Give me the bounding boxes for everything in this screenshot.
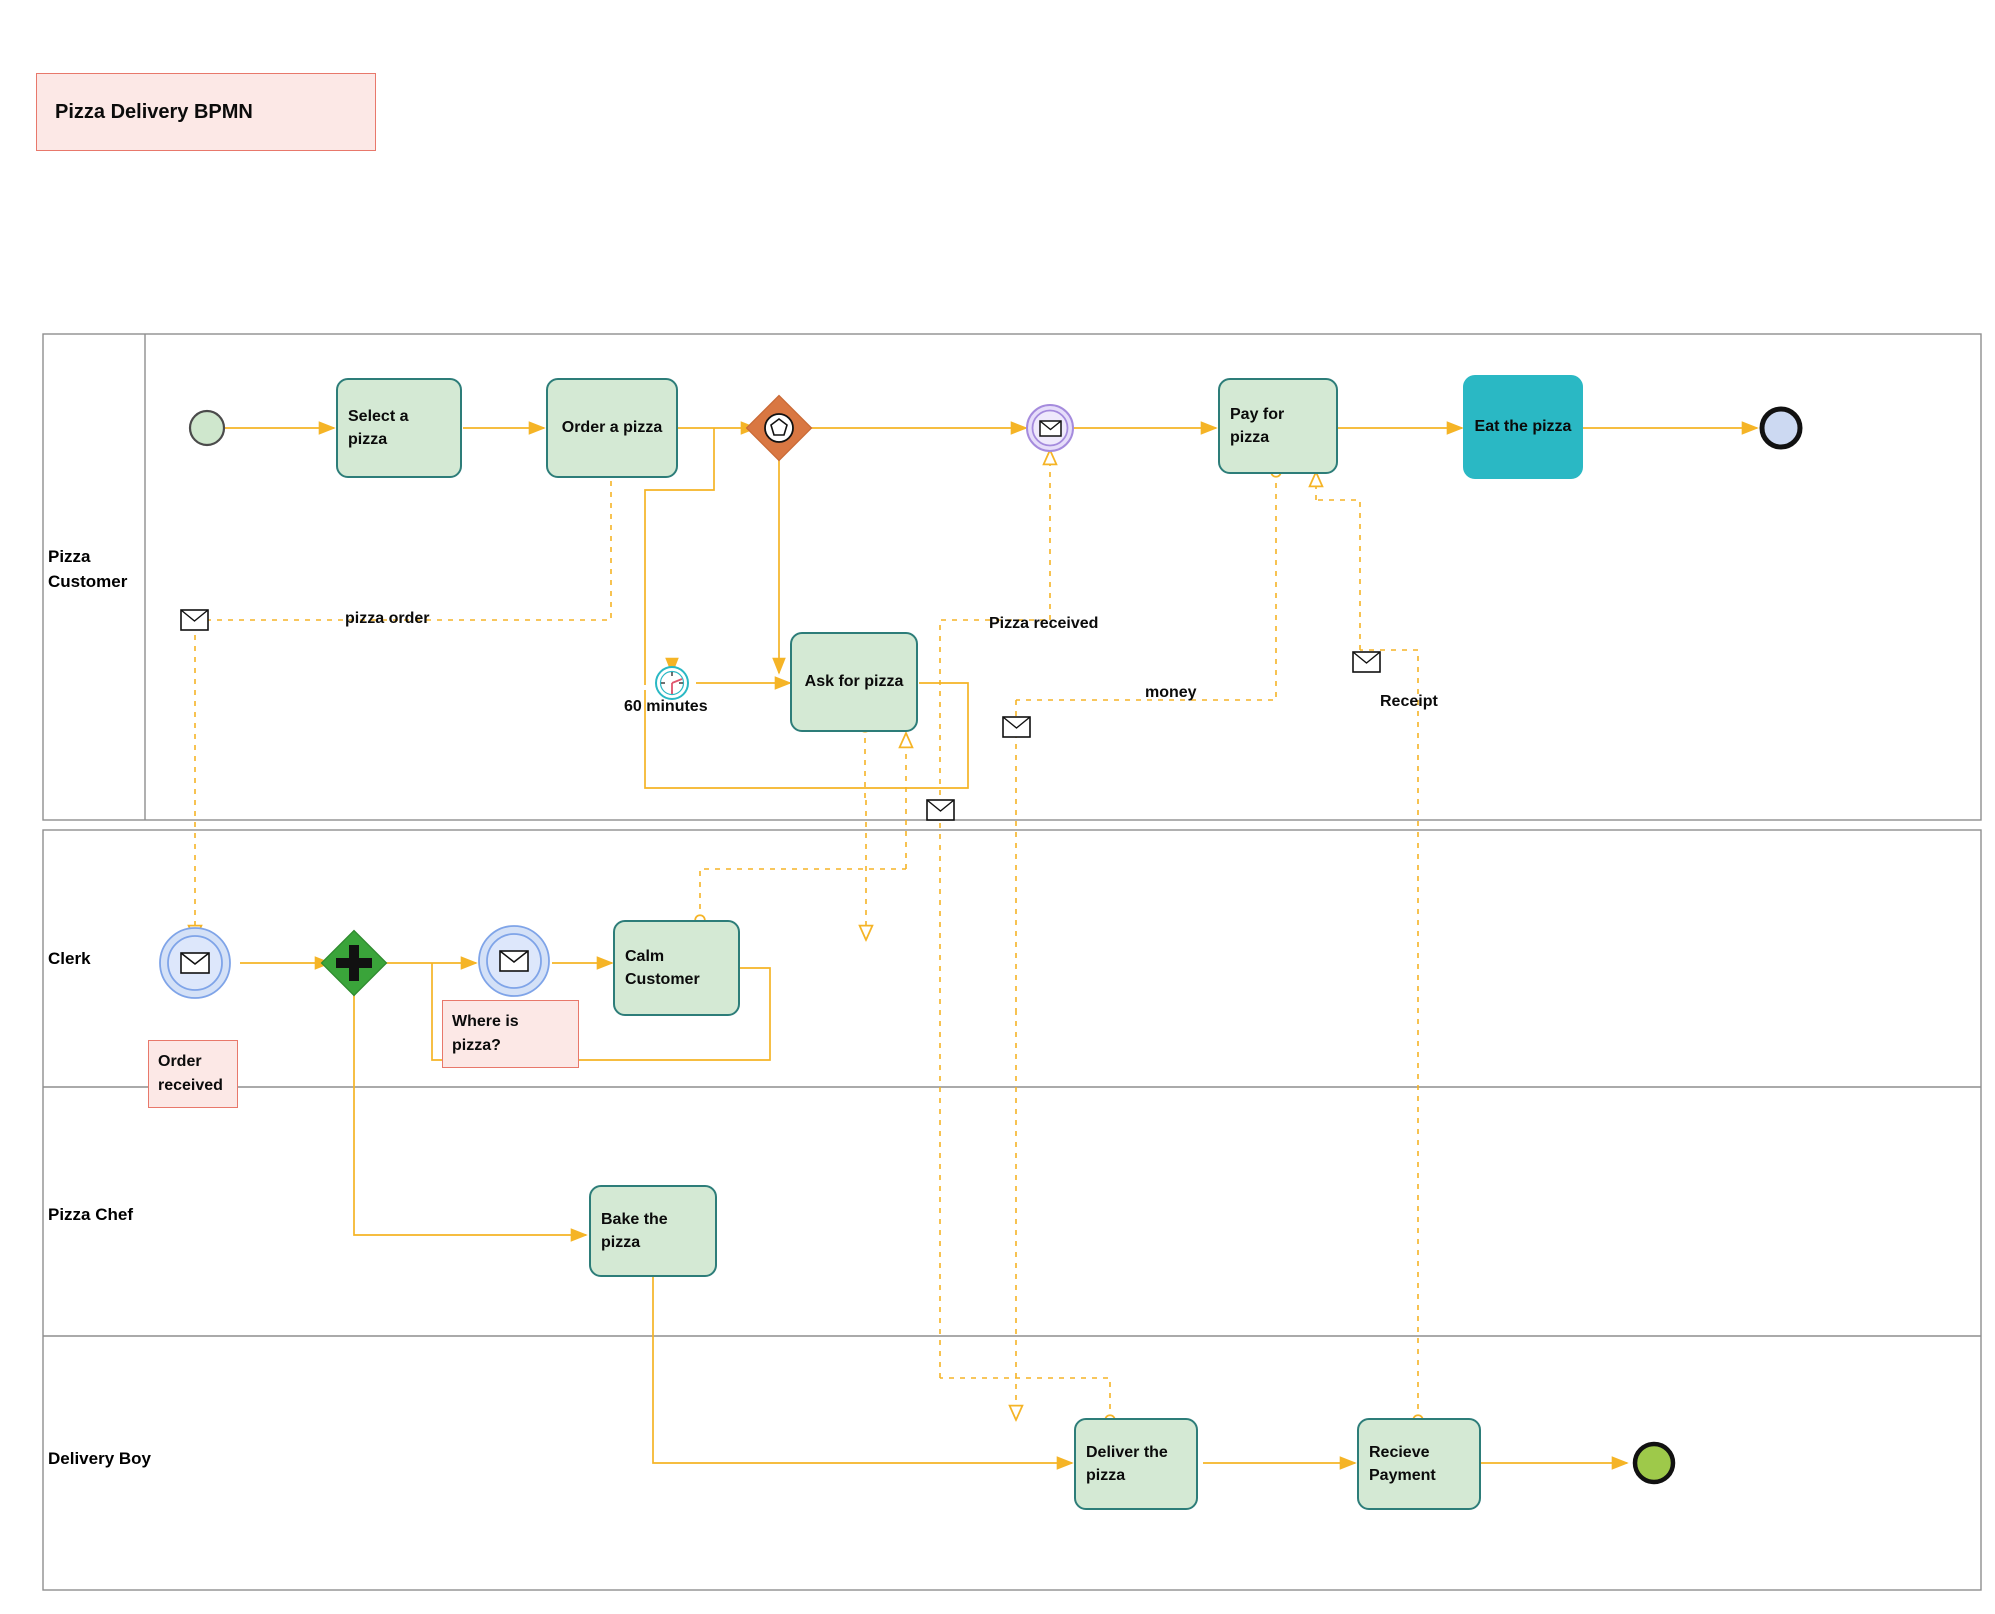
gateway-parallel[interactable]: [320, 929, 388, 997]
task-ask-for-pizza[interactable]: Ask for pizza: [790, 632, 918, 732]
lane-label-pizza-chef: Pizza Chef: [48, 1205, 134, 1224]
sequence-flows: [224, 421, 1759, 789]
pool-label-pizza-customer: Pizza Customer: [48, 547, 128, 591]
message-flow-label-pizza-order: pizza order: [345, 610, 430, 627]
event-timer-60-minutes[interactable]: [655, 666, 689, 700]
task-recieve-payment-label: Recieve Payment: [1369, 1443, 1436, 1484]
message-flow-label-money: money: [1145, 684, 1197, 701]
gateway-event-based[interactable]: [745, 394, 813, 462]
annotation-order-received-label: Order received: [158, 1053, 223, 1094]
task-eat-the-pizza[interactable]: Eat the pizza: [1463, 375, 1583, 479]
lane-label-delivery-boy: Delivery Boy: [48, 1449, 151, 1468]
message-flow-label-receipt: Receipt: [1380, 693, 1438, 710]
task-deliver-the-pizza-label: Deliver the pizza: [1086, 1443, 1168, 1484]
task-order-a-pizza[interactable]: Order a pizza: [546, 378, 678, 478]
event-delivery-end[interactable]: [1632, 1441, 1676, 1485]
task-eat-the-pizza-label: Eat the pizza: [1474, 418, 1572, 436]
event-pizza-received-message[interactable]: [1026, 404, 1074, 452]
task-select-a-pizza[interactable]: Select a pizza: [336, 378, 462, 478]
pool-restaurant: [42, 829, 1982, 1591]
task-bake-the-pizza[interactable]: Bake the pizza: [589, 1185, 717, 1277]
task-deliver-the-pizza[interactable]: Deliver the pizza: [1074, 1418, 1198, 1510]
task-pay-for-pizza[interactable]: Pay for pizza: [1218, 378, 1338, 474]
annotation-where-is-pizza-label: Where is pizza?: [452, 1013, 519, 1054]
event-clerk-order-received-start[interactable]: [159, 927, 231, 999]
annotation-where-is-pizza: Where is pizza?: [442, 1000, 579, 1068]
task-bake-the-pizza-label: Bake the pizza: [601, 1210, 668, 1251]
task-recieve-payment[interactable]: Recieve Payment: [1357, 1418, 1481, 1510]
event-label-60-minutes: 60 minutes: [624, 698, 708, 715]
event-customer-start[interactable]: [188, 409, 226, 447]
event-clerk-where-is-pizza-start[interactable]: [478, 925, 550, 997]
message-flows: [195, 450, 1424, 1426]
pool-pizza-customer: [42, 333, 1982, 821]
message-flow-label-pizza-received: Pizza received: [989, 615, 1099, 632]
lane-label-clerk: Clerk: [48, 949, 91, 968]
task-pay-for-pizza-label: Pay for pizza: [1230, 405, 1285, 446]
task-select-a-pizza-label: Select a pizza: [348, 407, 409, 448]
task-calm-customer-label: Calm Customer: [625, 947, 700, 988]
event-customer-end[interactable]: [1759, 406, 1803, 450]
bpmn-canvas: [42, 333, 1982, 1591]
task-order-a-pizza-label: Order a pizza: [561, 419, 663, 437]
task-ask-for-pizza-label: Ask for pizza: [804, 673, 904, 691]
task-calm-customer[interactable]: Calm Customer: [613, 920, 740, 1016]
annotation-order-received: Order received: [148, 1040, 238, 1108]
